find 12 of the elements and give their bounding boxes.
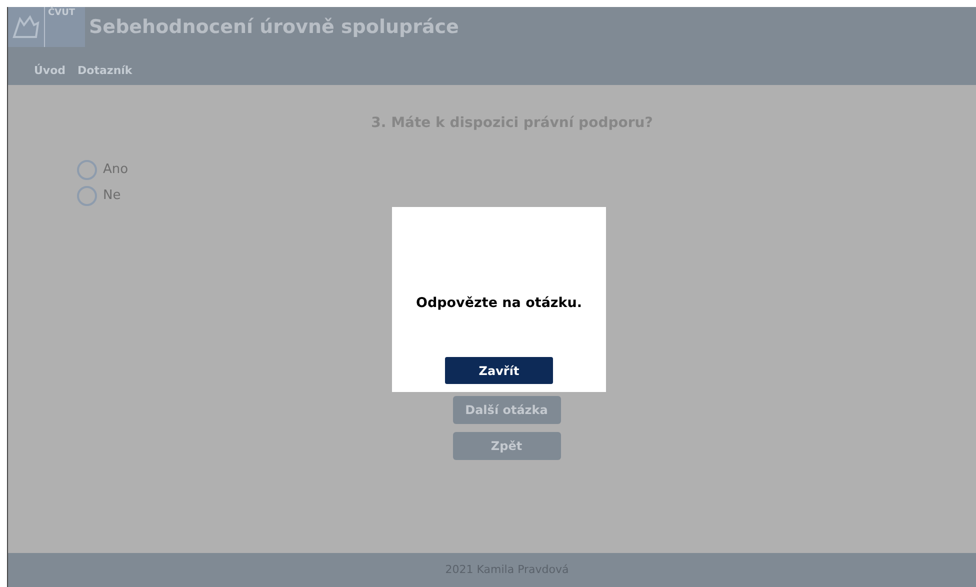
nav-link[interactable]: Dotazník bbox=[78, 63, 132, 80]
radio-button[interactable] bbox=[77, 186, 97, 206]
nav-button[interactable]: Další otázka bbox=[452, 396, 560, 424]
option-label: Ne bbox=[103, 187, 121, 206]
option-label: Ano bbox=[103, 161, 128, 180]
nav-link[interactable]: Úvod bbox=[34, 63, 66, 80]
radio-button[interactable] bbox=[77, 160, 97, 180]
dialog-message: Odpovězte na otázku. bbox=[416, 294, 582, 313]
logo-text: ČVUT bbox=[48, 9, 76, 18]
nav-button[interactable]: Zpět bbox=[452, 432, 560, 460]
close-button[interactable]: Zavřít bbox=[445, 357, 553, 384]
page-title: Sebehodnocení úrovně spolupráce bbox=[89, 14, 459, 40]
